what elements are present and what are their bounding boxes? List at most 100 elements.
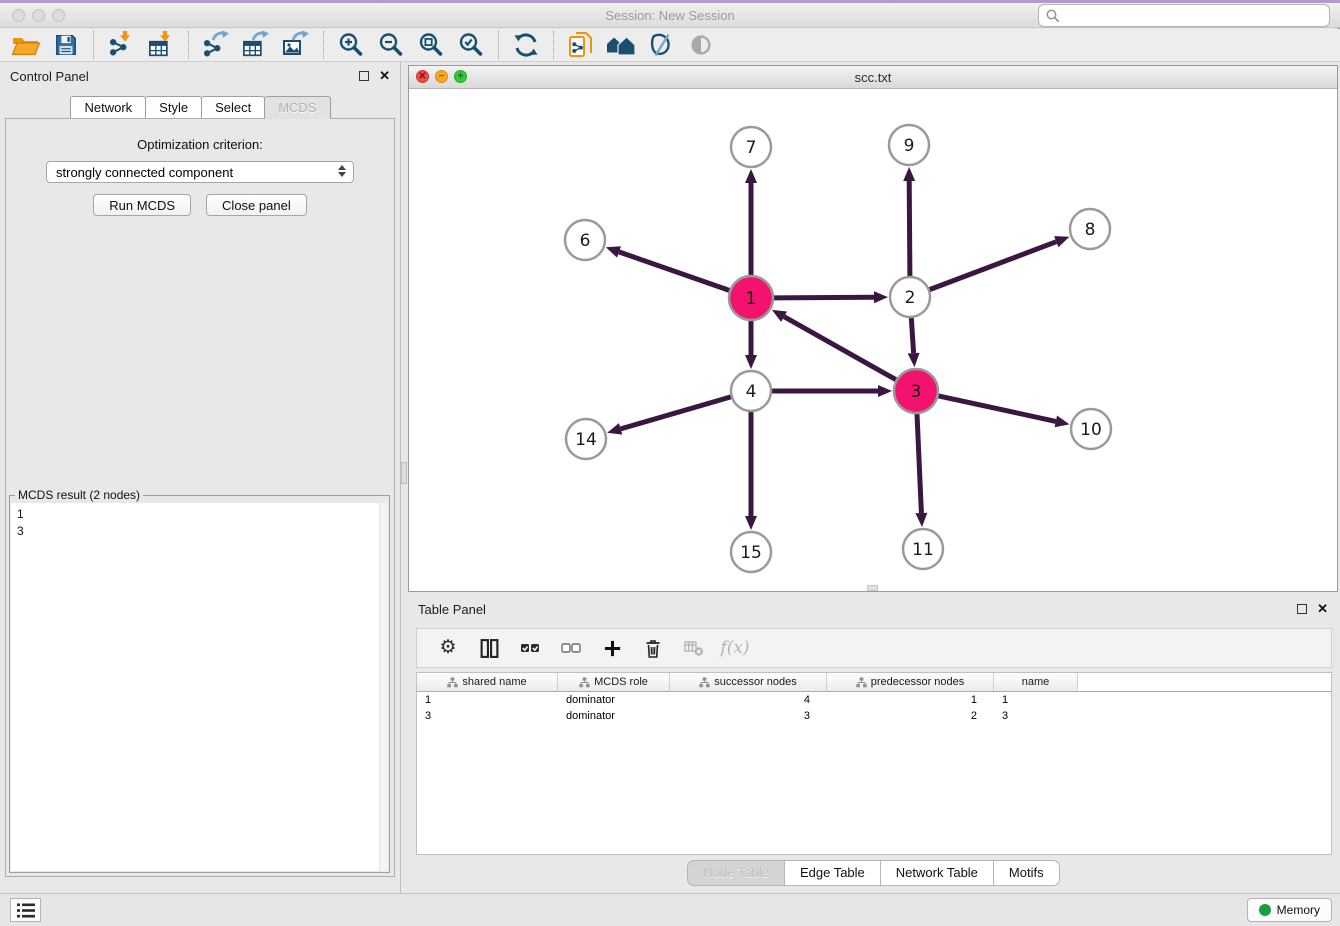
edge-1-2[interactable]: [774, 297, 874, 298]
edge-3-10[interactable]: [939, 396, 1056, 422]
minimize-window-button[interactable]: [32, 9, 45, 22]
edge-2-9[interactable]: [909, 181, 910, 276]
tab-network[interactable]: Network: [70, 96, 146, 118]
column-header-name[interactable]: name: [994, 673, 1078, 691]
table-row[interactable]: 1dominator411: [417, 692, 1331, 708]
graph-node-9[interactable]: 9: [889, 125, 929, 165]
cell-name[interactable]: 3: [994, 708, 1078, 724]
duplicate-network-icon[interactable]: [561, 30, 601, 60]
edge-3-1[interactable]: [784, 317, 896, 380]
zoom-selected-icon[interactable]: [451, 30, 491, 60]
column-header-shared-name[interactable]: shared name: [417, 673, 558, 691]
export-table-icon[interactable]: [236, 30, 276, 60]
cell-successor-nodes[interactable]: 3: [670, 708, 827, 724]
maximize-view-button[interactable]: +: [454, 70, 467, 83]
zoom-window-button[interactable]: [52, 9, 65, 22]
cell-predecessor-nodes[interactable]: 2: [827, 708, 994, 724]
network-canvas[interactable]: 7 9 6 8 1 2 4 3 14 10 15 11: [409, 89, 1337, 591]
toolbar-separator: [498, 31, 499, 59]
column-header-MCDS-role[interactable]: MCDS role: [558, 673, 670, 691]
close-panel-button[interactable]: Close panel: [206, 194, 307, 216]
column-header-predecessor-nodes[interactable]: predecessor nodes: [827, 673, 994, 691]
edge-4-14[interactable]: [621, 397, 731, 429]
columns-icon[interactable]: [477, 636, 501, 660]
graph-node-4[interactable]: 4: [731, 371, 771, 411]
vizmapper-icon[interactable]: [641, 30, 681, 60]
close-view-button[interactable]: ✕: [416, 70, 429, 83]
mcds-result-text[interactable]: 13: [11, 503, 388, 871]
network-window-titlebar[interactable]: ✕ − + scc.txt: [409, 66, 1337, 89]
cell-shared-name[interactable]: 1: [417, 692, 558, 708]
view-resize-handle[interactable]: [867, 585, 878, 591]
import-network-icon[interactable]: [101, 30, 141, 60]
export-network-icon[interactable]: [196, 30, 236, 60]
graph-node-8[interactable]: 8: [1070, 209, 1110, 249]
close-panel-icon[interactable]: ✕: [379, 71, 390, 81]
cell-shared-name[interactable]: 3: [417, 708, 558, 724]
tab-style[interactable]: Style: [145, 96, 202, 118]
divider-handle[interactable]: [401, 462, 407, 484]
memory-status-icon: [1259, 904, 1271, 916]
home-icon[interactable]: [601, 30, 641, 60]
zoom-out-icon[interactable]: [371, 30, 411, 60]
tab-network-table[interactable]: Network Table: [880, 860, 994, 886]
eye-icon[interactable]: [681, 30, 721, 60]
edge-1-6[interactable]: [619, 252, 729, 291]
import-table-icon[interactable]: [141, 30, 181, 60]
float-panel-icon[interactable]: [359, 71, 369, 81]
deselect-all-icon[interactable]: [559, 636, 583, 660]
minimize-view-button[interactable]: −: [435, 70, 448, 83]
svg-text:1: 1: [746, 289, 757, 309]
run-mcds-button[interactable]: Run MCDS: [93, 194, 191, 216]
delete-table-icon[interactable]: [682, 636, 706, 660]
zoom-fit-icon[interactable]: [411, 30, 451, 60]
float-table-panel-icon[interactable]: [1297, 604, 1307, 614]
panel-divider[interactable]: [400, 62, 408, 893]
add-icon[interactable]: [600, 636, 624, 660]
delete-icon[interactable]: [641, 636, 665, 660]
search-input[interactable]: [1061, 8, 1329, 24]
close-table-panel-icon[interactable]: ✕: [1317, 604, 1328, 614]
graph-node-1[interactable]: 1: [729, 276, 773, 320]
svg-text:9: 9: [904, 136, 915, 156]
memory-button[interactable]: Memory: [1247, 898, 1332, 922]
graph-node-11[interactable]: 11: [903, 529, 943, 569]
refresh-icon[interactable]: [506, 30, 546, 60]
graph-node-15[interactable]: 15: [731, 532, 771, 572]
graph-node-2[interactable]: 2: [890, 277, 930, 317]
graph-node-3[interactable]: 3: [894, 369, 938, 413]
column-header-successor-nodes[interactable]: successor nodes: [670, 673, 827, 691]
export-image-icon[interactable]: [276, 30, 316, 60]
cell-successor-nodes[interactable]: 4: [670, 692, 827, 708]
graph-node-10[interactable]: 10: [1071, 409, 1111, 449]
graph-node-7[interactable]: 7: [731, 127, 771, 167]
tab-mcds[interactable]: MCDS: [264, 96, 330, 119]
cell-predecessor-nodes[interactable]: 1: [827, 692, 994, 708]
graph-node-14[interactable]: 14: [566, 419, 606, 459]
close-window-button[interactable]: [12, 9, 25, 22]
graph-node-6[interactable]: 6: [565, 220, 605, 260]
criterion-select[interactable]: strongly connected component: [46, 161, 354, 183]
cell-MCDS-role[interactable]: dominator: [558, 692, 670, 708]
table-row[interactable]: 3dominator323: [417, 708, 1331, 724]
table-toolbar: ⚙ f(x): [416, 628, 1332, 668]
edge-2-8[interactable]: [930, 242, 1057, 290]
gear-icon[interactable]: ⚙: [436, 636, 460, 660]
tab-edge-table[interactable]: Edge Table: [784, 860, 881, 886]
zoom-in-icon[interactable]: [331, 30, 371, 60]
edge-2-3[interactable]: [911, 318, 913, 353]
cell-MCDS-role[interactable]: dominator: [558, 708, 670, 724]
tab-motifs[interactable]: Motifs: [993, 860, 1060, 886]
edge-3-11[interactable]: [917, 414, 921, 513]
function-icon[interactable]: f(x): [723, 636, 747, 660]
task-history-button[interactable]: [10, 898, 41, 922]
tab-select[interactable]: Select: [201, 96, 265, 118]
save-icon[interactable]: [46, 30, 86, 60]
select-all-icon[interactable]: [518, 636, 542, 660]
tab-node-table[interactable]: Node Table: [687, 860, 785, 886]
result-scrollbar[interactable]: [379, 503, 388, 871]
table-panel-header: Table Panel ✕: [408, 595, 1338, 623]
svg-text:7: 7: [746, 138, 757, 158]
cell-name[interactable]: 1: [994, 692, 1078, 708]
open-folder-icon[interactable]: [6, 30, 46, 60]
